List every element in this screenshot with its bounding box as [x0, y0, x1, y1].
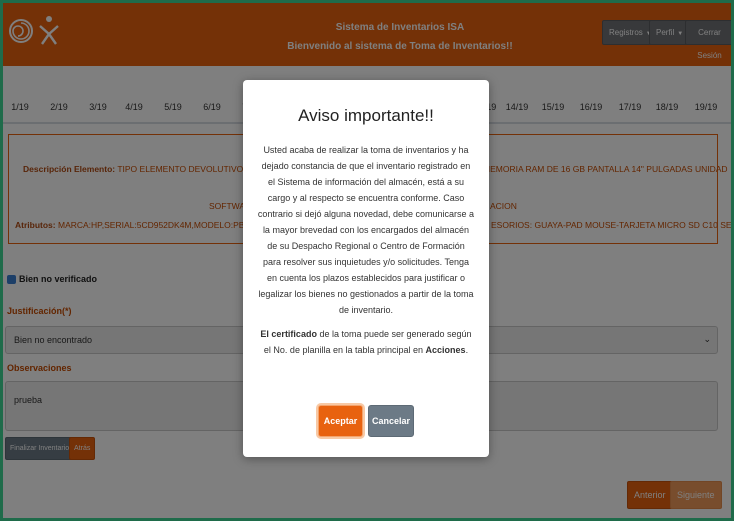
modal-title: Aviso importante!!	[298, 106, 434, 125]
modal-body: Usted acaba de realizar la toma de inven…	[257, 142, 475, 366]
certificate-end: .	[465, 345, 469, 355]
certificate-bold: El certificado	[260, 329, 317, 339]
cancel-button[interactable]: Cancelar	[368, 405, 414, 437]
important-notice-modal: Aviso importante!! Usted acaba de realiz…	[243, 80, 489, 457]
modal-paragraph-1: Usted acaba de realizar la toma de inven…	[257, 145, 475, 315]
accept-button[interactable]: Aceptar	[318, 405, 363, 437]
actions-bold: Acciones	[425, 345, 466, 355]
modal-paragraph-2: El certificado de la toma puede ser gene…	[257, 326, 475, 358]
